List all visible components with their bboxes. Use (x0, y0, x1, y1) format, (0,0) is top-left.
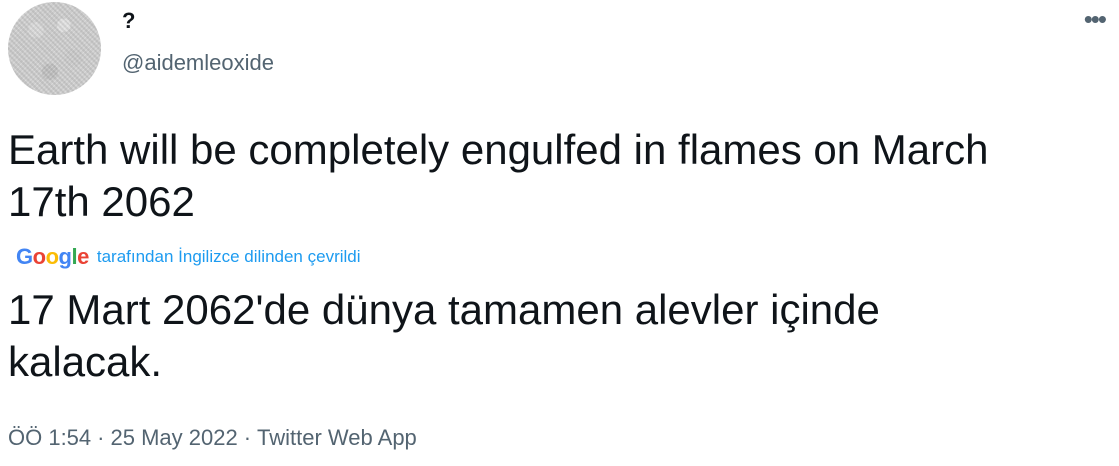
tweet-text: Earth will be completely engulfed in fla… (8, 124, 1108, 228)
tweet-text-line-1: Earth will be completely engulfed in fla… (8, 126, 989, 173)
translated-text-line-1: 17 Mart 2062'de dünya tamamen alevler iç… (8, 286, 880, 333)
translated-by-link[interactable]: tarafından İngilizce dilinden çevrildi (97, 247, 361, 267)
tweet-time[interactable]: ÖÖ 1:54 (8, 425, 91, 451)
google-logo: Google (16, 244, 89, 269)
tweet-date[interactable]: 25 May 2022 (110, 425, 237, 451)
translated-text-line-2: kalacak. (8, 338, 163, 385)
more-options-icon[interactable]: ••• (1084, 6, 1107, 32)
tweet-client[interactable]: Twitter Web App (257, 425, 417, 451)
translation-attribution: Google tarafından İngilizce dilinden çev… (16, 243, 361, 271)
user-handle[interactable]: @aidemleoxide (122, 50, 274, 76)
translated-text: 17 Mart 2062'de dünya tamamen alevler iç… (8, 284, 1108, 388)
meta-separator: · (243, 425, 252, 450)
display-name[interactable]: ? (122, 8, 135, 34)
meta-separator: · (97, 425, 105, 450)
avatar[interactable] (8, 2, 101, 95)
tweet-meta: ÖÖ 1:54 · 25 May 2022 · Twitter Web App (8, 425, 417, 451)
tweet-text-line-2: 17th 2062 (8, 178, 195, 225)
